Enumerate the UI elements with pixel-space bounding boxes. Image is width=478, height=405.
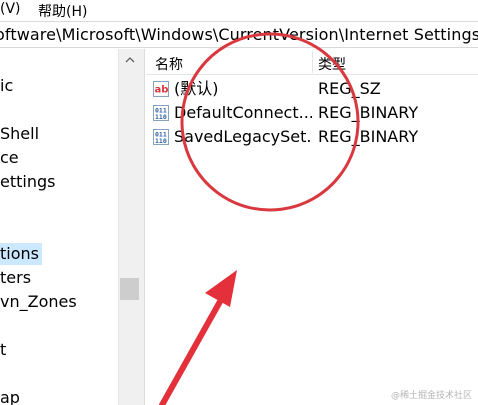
tree-item-selected[interactable]: tions bbox=[0, 243, 42, 265]
list-header: 名称 类型 bbox=[146, 49, 478, 75]
registry-editor-window: (V) 帮助(H) oftware\Microsoft\Windows\Curr… bbox=[0, 0, 478, 405]
list-row[interactable]: 011 110 DefaultConnect... REG_BINARY bbox=[146, 101, 478, 125]
binary-value-icon: 011 110 bbox=[153, 129, 169, 145]
menu-view[interactable]: (V) bbox=[0, 1, 21, 17]
tree-item-label: ce bbox=[0, 148, 19, 167]
tree-item-label: ettings bbox=[0, 172, 56, 191]
tree-item-label: ap bbox=[0, 388, 20, 405]
svg-text:110: 110 bbox=[155, 113, 167, 121]
tree-item[interactable]: t bbox=[0, 339, 6, 361]
watermark: @稀土掘金技术社区 bbox=[390, 391, 472, 401]
value-name: (默认) bbox=[174, 79, 219, 98]
chevron-up-icon[interactable] bbox=[119, 51, 140, 69]
list-row[interactable]: ab (默认) REG_SZ bbox=[146, 77, 478, 101]
address-path[interactable]: oftware\Microsoft\Windows\CurrentVersion… bbox=[0, 25, 478, 44]
tree-item[interactable]: Shell bbox=[0, 123, 39, 145]
binary-value-icon: 011 110 bbox=[153, 105, 169, 121]
list-row[interactable]: 011 110 SavedLegacySet... REG_BINARY bbox=[146, 125, 478, 149]
value-type: REG_SZ bbox=[318, 79, 381, 98]
column-header-name[interactable]: 名称 bbox=[155, 54, 183, 74]
tree-item-label: vn_Zones bbox=[0, 292, 77, 311]
tree-item[interactable]: vn_Zones bbox=[0, 291, 77, 313]
value-name: SavedLegacySet... bbox=[174, 127, 312, 146]
column-divider[interactable] bbox=[312, 51, 313, 73]
string-value-icon: ab bbox=[153, 81, 169, 97]
pane-splitter[interactable] bbox=[140, 49, 145, 405]
tree-scrollbar[interactable] bbox=[118, 49, 140, 405]
value-name: DefaultConnect... bbox=[174, 103, 312, 122]
value-type: REG_BINARY bbox=[318, 103, 419, 122]
tree-item-label: ters bbox=[0, 268, 32, 287]
tree-item-label: tions bbox=[0, 243, 42, 265]
tree-item[interactable]: ap bbox=[0, 387, 20, 405]
scrollbar-thumb[interactable] bbox=[120, 278, 139, 300]
key-tree[interactable]: ic Shell ce ettings tions ters vn_Zones … bbox=[0, 49, 120, 405]
tree-item[interactable]: ters bbox=[0, 267, 31, 289]
menu-help[interactable]: 帮助(H) bbox=[38, 1, 87, 21]
address-bar[interactable]: oftware\Microsoft\Windows\CurrentVersion… bbox=[0, 21, 478, 48]
value-type: REG_BINARY bbox=[318, 127, 419, 146]
tree-item-label: Shell bbox=[0, 124, 40, 143]
tree-item[interactable]: ic bbox=[0, 75, 13, 97]
tree-item-label: t bbox=[0, 340, 7, 359]
svg-text:ab: ab bbox=[155, 85, 169, 96]
tree-item[interactable]: ce bbox=[0, 147, 19, 169]
value-list[interactable]: 名称 类型 ab (默认) REG_SZ 011 110 DefaultConn… bbox=[146, 49, 478, 405]
tree-item[interactable]: ettings bbox=[0, 171, 55, 193]
svg-text:110: 110 bbox=[155, 137, 167, 145]
menu-bar: (V) 帮助(H) bbox=[0, 0, 478, 21]
tree-item-label: ic bbox=[0, 76, 14, 95]
column-header-type[interactable]: 类型 bbox=[318, 54, 346, 74]
